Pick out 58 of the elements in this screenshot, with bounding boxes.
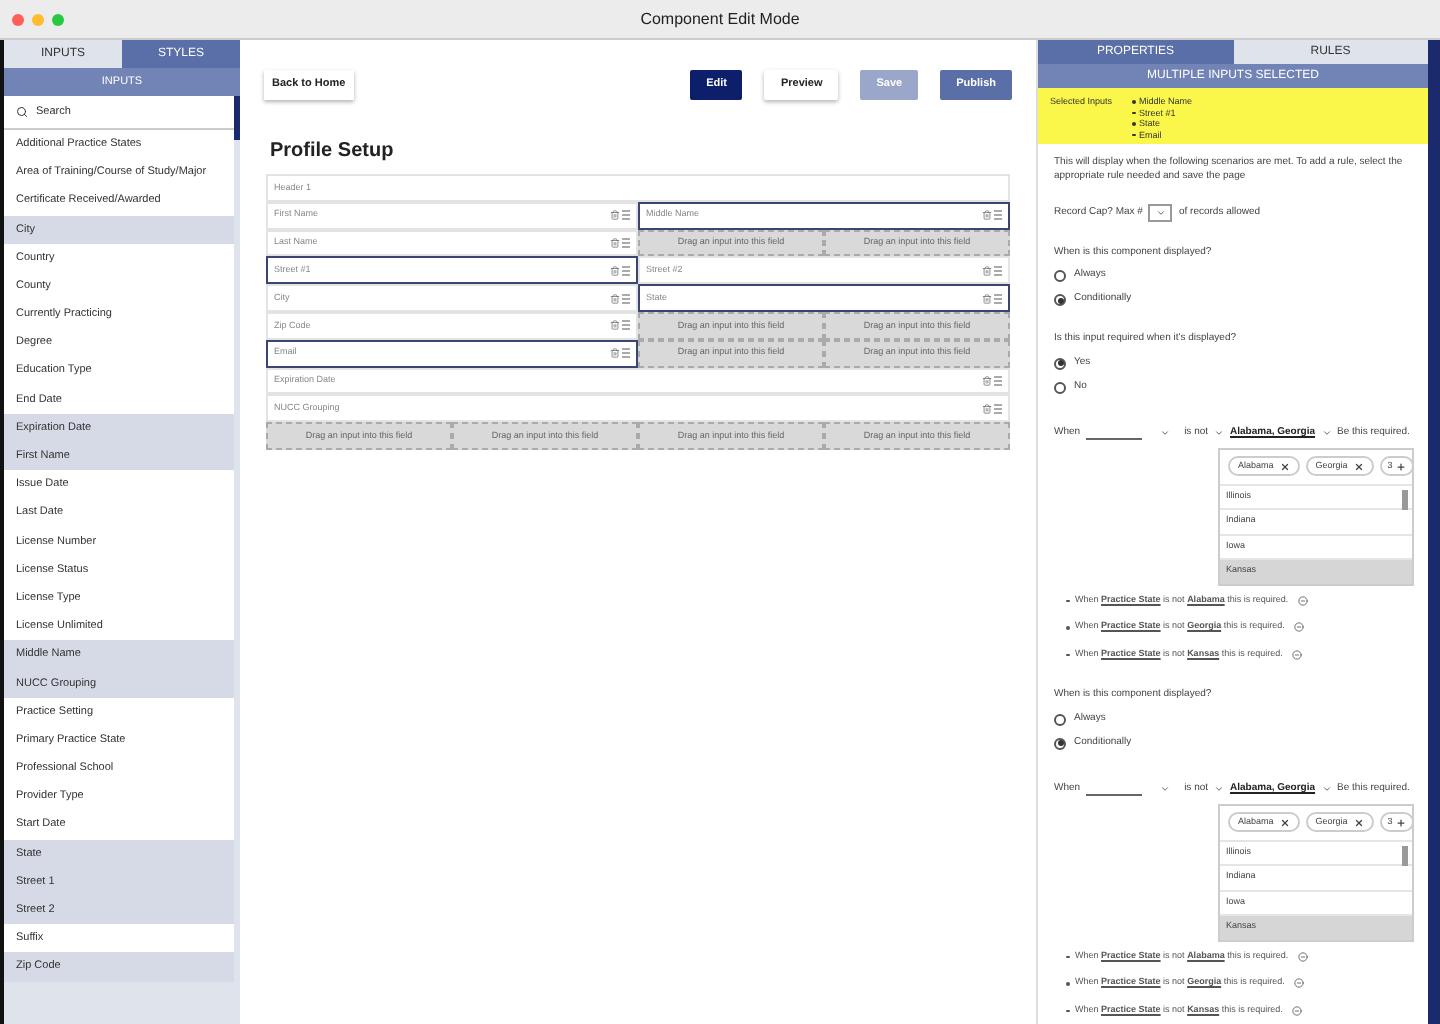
drag-handle-icon[interactable]	[622, 210, 630, 221]
drag-handle-icon[interactable]	[994, 293, 1002, 304]
drag-handle-icon[interactable]	[622, 237, 630, 248]
delete-icon[interactable]	[610, 293, 620, 304]
radio-button[interactable]	[1054, 713, 1066, 725]
remove-rule-icon[interactable]	[1294, 622, 1305, 633]
delete-icon[interactable]	[610, 265, 620, 276]
delete-icon[interactable]	[610, 320, 620, 331]
remove-icon	[1279, 461, 1290, 471]
delete-icon[interactable]	[982, 293, 992, 304]
radio-button[interactable]	[1054, 357, 1066, 369]
remove-icon	[1279, 817, 1290, 827]
delete-icon[interactable]	[982, 210, 992, 221]
scrollbar-thumb[interactable]	[1402, 845, 1408, 865]
chevron-icon	[1321, 784, 1332, 794]
drag-handle-icon[interactable]	[622, 348, 630, 359]
remove-icon	[1353, 817, 1364, 827]
drag-handle-icon[interactable]	[622, 320, 630, 331]
search-icon	[16, 106, 28, 118]
radio-button[interactable]	[1054, 737, 1066, 749]
drag-handle-icon[interactable]	[994, 210, 1002, 221]
remove-rule-icon[interactable]	[1294, 978, 1305, 989]
delete-icon[interactable]	[610, 237, 620, 248]
radio-button[interactable]	[1054, 270, 1066, 282]
drag-handle-icon[interactable]	[622, 265, 630, 276]
drag-handle-icon[interactable]	[622, 293, 630, 304]
chevron-icon	[1214, 784, 1225, 794]
remove-rule-icon[interactable]	[1298, 595, 1309, 606]
chevron-icon	[1160, 784, 1171, 794]
delete-icon[interactable]	[982, 375, 992, 386]
chevron-icon	[1160, 428, 1171, 438]
scrollbar-thumb[interactable]	[234, 96, 240, 140]
remove-rule-icon[interactable]	[1298, 951, 1309, 962]
chevron-icon	[1321, 428, 1332, 438]
close-window-icon[interactable]	[12, 13, 24, 25]
remove-icon	[1353, 461, 1364, 471]
delete-icon[interactable]	[610, 210, 620, 221]
zoom-window-icon[interactable]	[52, 13, 64, 25]
chevron-icon	[1214, 428, 1225, 438]
scrollbar-thumb[interactable]	[1402, 489, 1408, 509]
drag-handle-icon[interactable]	[994, 403, 1002, 414]
add-icon	[1396, 817, 1407, 827]
form-title: Profile Setup	[270, 138, 396, 166]
scrollbar[interactable]	[1428, 40, 1440, 1024]
remove-rule-icon[interactable]	[1292, 649, 1303, 660]
drag-handle-icon[interactable]	[994, 375, 1002, 386]
remove-rule-icon[interactable]	[1292, 1005, 1303, 1016]
radio-button[interactable]	[1054, 381, 1066, 393]
add-icon	[1396, 461, 1407, 471]
radio-button[interactable]	[1054, 294, 1066, 306]
minimize-window-icon[interactable]	[32, 13, 44, 25]
delete-icon[interactable]	[982, 403, 992, 414]
delete-icon[interactable]	[610, 348, 620, 359]
window-title: Component Edit Mode	[640, 7, 800, 31]
delete-icon[interactable]	[982, 265, 992, 276]
chevron-icon	[1155, 208, 1166, 218]
record-cap-select[interactable]	[1148, 204, 1173, 222]
drag-handle-icon[interactable]	[994, 265, 1002, 276]
